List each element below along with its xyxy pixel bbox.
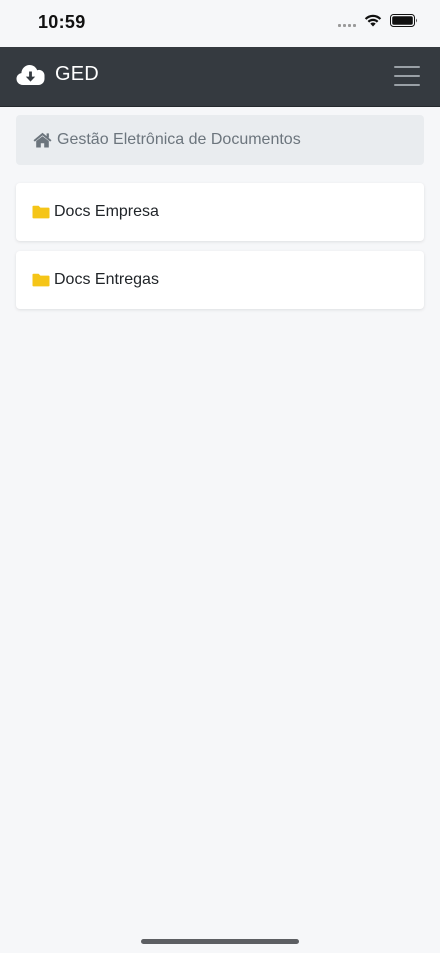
status-icons [338,14,418,27]
folder-label: Docs Entregas [54,271,159,288]
status-bar: 10:59 [0,0,440,47]
breadcrumb-label: Gestão Eletrônica de Documentos [57,131,301,148]
navbar-brand[interactable]: GED [16,63,99,86]
folder-item-docs-empresa[interactable]: Docs Empresa [16,183,424,241]
home-indicator[interactable] [141,939,299,944]
navbar-title: GED [55,63,99,85]
wifi-icon [364,14,382,27]
folder-item-docs-entregas[interactable]: Docs Entregas [16,251,424,309]
folder-label: Docs Empresa [54,203,159,220]
navbar: GED [0,47,440,107]
status-time: 10:59 [38,12,86,32]
cloud-download-icon [16,64,45,85]
battery-icon [390,14,417,27]
breadcrumb: Gestão Eletrônica de Documentos [16,115,424,165]
hamburger-menu-button[interactable] [394,63,422,89]
bottom-safe-area [0,915,440,953]
app-screen: 10:59 GED Gestão Eletrônica de Documento… [0,0,440,953]
home-icon[interactable] [33,132,52,148]
folder-icon [32,205,50,219]
folder-icon [32,273,50,287]
cellular-signal-icon [338,15,356,27]
